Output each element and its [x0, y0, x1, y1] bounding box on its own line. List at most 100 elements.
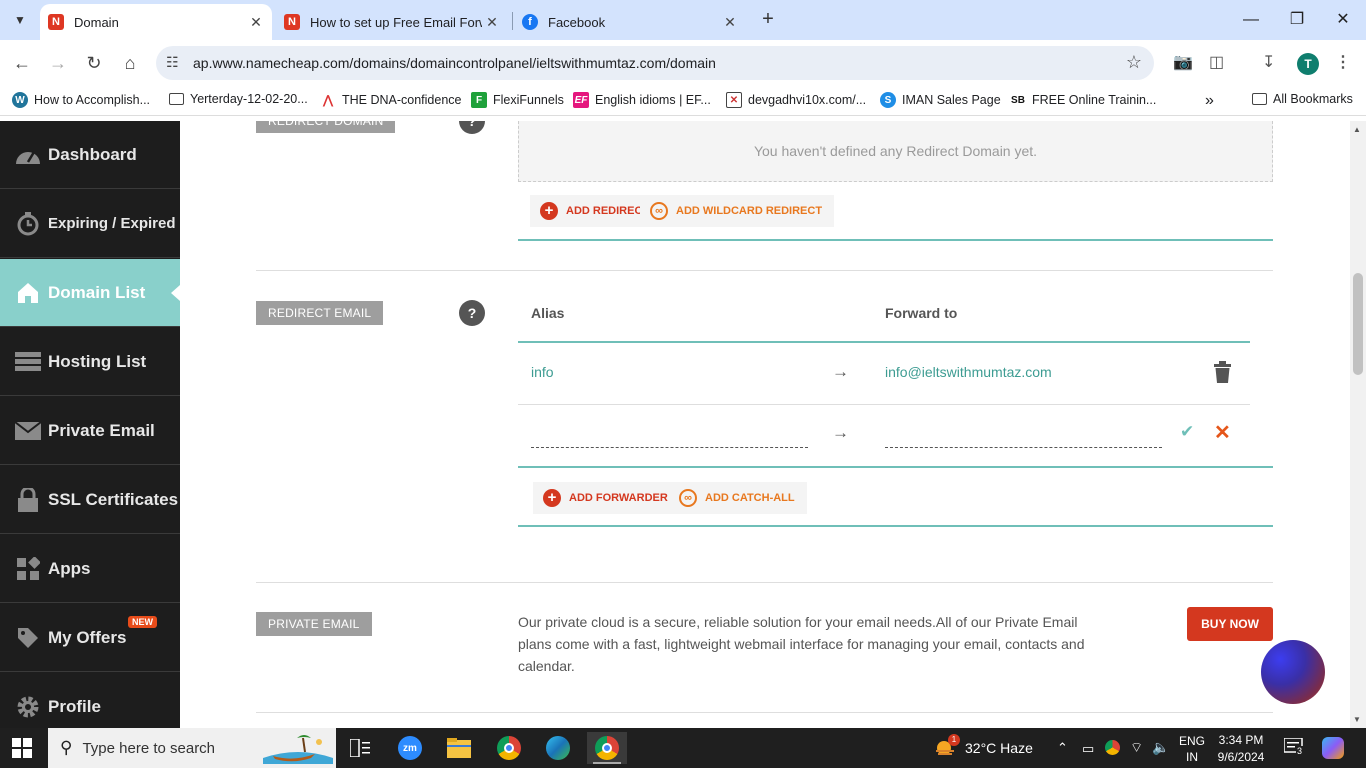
home-button-icon[interactable]: ⌂	[117, 50, 143, 76]
main-content: REDIRECT DOMAIN ? You haven't defined an…	[180, 121, 1350, 728]
taskbar-search-box[interactable]: ⚲ Type here to search	[48, 728, 336, 768]
sidebar-item-label: Profile	[48, 696, 101, 716]
gear-icon	[14, 695, 42, 719]
server-icon	[14, 350, 42, 374]
chrome-tray-icon[interactable]	[1105, 740, 1120, 755]
zoom-app-icon[interactable]: zm	[390, 732, 430, 764]
forward-to-value[interactable]: info@ieltswithmumtaz.com	[885, 364, 1052, 380]
plus-circle-icon: +	[540, 202, 558, 220]
chat-assistant-orb[interactable]	[1261, 640, 1325, 704]
add-forwarder-button[interactable]: + ADD FORWARDER	[533, 482, 680, 514]
sidebar-item-domain-list[interactable]: Domain List	[0, 259, 180, 327]
cancel-x-icon[interactable]: ✕	[1214, 420, 1231, 445]
chevron-up-icon[interactable]: ⌃	[1057, 740, 1068, 756]
bookmark-item[interactable]: F FlexiFunnels	[471, 92, 564, 108]
help-question-icon[interactable]: ?	[459, 300, 485, 326]
sidebar-item-label: Private Email	[48, 420, 155, 440]
bookmark-item[interactable]: Yerterday-12-02-20...	[169, 92, 308, 106]
extensions-puzzle-icon[interactable]: ◫	[1209, 52, 1224, 72]
table-header-divider	[518, 341, 1250, 343]
add-catch-all-button[interactable]: ∞ ADD CATCH-ALL	[669, 482, 807, 514]
all-bookmarks-label: All Bookmarks	[1273, 92, 1353, 106]
alias-input[interactable]	[531, 424, 808, 448]
battery-icon[interactable]: ▭	[1082, 741, 1094, 757]
wifi-icon[interactable]: ⌔	[1130, 739, 1143, 757]
trash-icon[interactable]	[1214, 361, 1231, 388]
bookmark-star-icon[interactable]: ☆	[1126, 52, 1142, 73]
tab-title: How to set up Free Email Forwa	[310, 14, 482, 30]
sidebar-item-expiring[interactable]: Expiring / Expired	[0, 190, 180, 258]
tab-facebook[interactable]: f Facebook ✕	[514, 4, 746, 40]
new-tab-plus-icon[interactable]: +	[756, 8, 780, 32]
close-tab-icon[interactable]: ✕	[482, 14, 502, 31]
all-bookmarks-button[interactable]: All Bookmarks	[1252, 92, 1353, 106]
weather-text[interactable]: 32°C Haze	[965, 740, 1033, 756]
scroll-down-arrow-icon[interactable]: ▼	[1353, 715, 1361, 724]
download-icon[interactable]: ↧	[1262, 52, 1275, 72]
sidebar-item-profile[interactable]: Profile	[0, 673, 180, 728]
bookmark-item[interactable]: ✕ devgadhvi10x.com/...	[726, 92, 866, 108]
tab-email-forwarding[interactable]: N How to set up Free Email Forwa ✕	[276, 4, 508, 40]
bookmark-item[interactable]: EF English idioms | EF...	[573, 92, 711, 108]
scroll-thumb[interactable]	[1353, 273, 1363, 375]
reload-icon[interactable]: ↻	[81, 50, 107, 76]
search-placeholder: Type here to search	[82, 739, 216, 757]
edge-app-icon[interactable]	[538, 732, 578, 764]
sidebar-item-apps[interactable]: Apps	[0, 535, 180, 603]
namecheap-favicon-icon: N	[48, 14, 64, 30]
sidebar-item-private-email[interactable]: Private Email	[0, 397, 180, 465]
close-tab-icon[interactable]: ✕	[246, 14, 266, 31]
sidebar: Dashboard Expiring / Expired Domain List…	[0, 121, 180, 728]
bookmark-item[interactable]: S IMAN Sales Page	[880, 92, 1001, 108]
sidebar-item-label: SSL Certificates	[48, 489, 179, 509]
url-text[interactable]: ap.www.namecheap.com/domains/domaincontr…	[193, 55, 716, 71]
notifications-icon[interactable]: 3	[1283, 737, 1304, 759]
bookmark-item[interactable]: SB FREE Online Trainin...	[1010, 92, 1156, 108]
restore-window-icon[interactable]: ❐	[1274, 6, 1320, 34]
profile-avatar[interactable]: T	[1297, 53, 1319, 75]
divider	[518, 239, 1273, 241]
camera-icon[interactable]: 📷	[1173, 52, 1193, 72]
add-wildcard-redirect-button[interactable]: ∞ ADD WILDCARD REDIRECT	[640, 195, 835, 227]
notification-count: 3	[1296, 746, 1304, 756]
sidebar-item-dashboard[interactable]: Dashboard	[0, 121, 180, 189]
tab-domain[interactable]: N Domain ✕	[40, 4, 272, 40]
active-indicator	[593, 762, 621, 764]
chrome-active-app-icon[interactable]	[587, 732, 627, 764]
bookmark-item[interactable]: ⋀ THE DNA-confidence	[320, 92, 461, 108]
task-view-icon[interactable]	[340, 732, 380, 764]
sidebar-item-hosting-list[interactable]: Hosting List	[0, 328, 180, 396]
clock[interactable]: 3:34 PM 9/6/2024	[1213, 732, 1269, 766]
address-bar[interactable]: ☷ ap.www.namecheap.com/domains/domaincon…	[156, 46, 1154, 80]
back-arrow-icon[interactable]: ←	[9, 50, 35, 76]
save-check-icon[interactable]: ✔	[1180, 422, 1194, 442]
windows-start-icon[interactable]	[12, 738, 32, 758]
copilot-icon[interactable]	[1322, 737, 1344, 759]
sidebar-item-label: Expiring / Expired	[48, 215, 176, 232]
more-menu-icon[interactable]: ⋮	[1335, 52, 1351, 72]
private-email-description: Our private cloud is a secure, reliable …	[518, 614, 1085, 674]
buy-now-button[interactable]: BUY NOW	[1187, 607, 1273, 641]
minimize-window-icon[interactable]: —	[1228, 6, 1274, 34]
help-question-icon[interactable]: ?	[459, 121, 485, 134]
forward-arrow-icon[interactable]: →	[45, 50, 71, 76]
timer-icon	[14, 211, 42, 236]
tab-search-chevron-icon[interactable]: ▼	[8, 8, 32, 32]
site-info-icon[interactable]: ☷	[166, 54, 179, 71]
chrome-app-icon[interactable]	[489, 732, 529, 764]
close-tab-icon[interactable]: ✕	[720, 14, 740, 31]
bookmark-item[interactable]: W How to Accomplish...	[12, 92, 150, 108]
sidebar-item-ssl-certificates[interactable]: SSL Certificates	[0, 466, 180, 534]
weather-widget[interactable]: 1	[934, 734, 960, 759]
sidebar-item-my-offers[interactable]: My Offers NEW	[0, 604, 180, 672]
close-window-icon[interactable]: ✕	[1320, 6, 1366, 34]
scroll-up-arrow-icon[interactable]: ▲	[1353, 125, 1361, 134]
file-explorer-icon[interactable]	[439, 732, 479, 764]
volume-icon[interactable]: 🔈	[1152, 739, 1169, 756]
bookmarks-overflow-chevron-icon[interactable]: »	[1205, 92, 1214, 110]
language-indicator[interactable]: ENG IN	[1179, 733, 1205, 765]
alias-value[interactable]: info	[531, 364, 554, 380]
dna-icon: ⋀	[323, 93, 333, 107]
forward-to-input[interactable]	[885, 424, 1162, 448]
page-scrollbar[interactable]: ▲ ▼	[1350, 121, 1366, 728]
